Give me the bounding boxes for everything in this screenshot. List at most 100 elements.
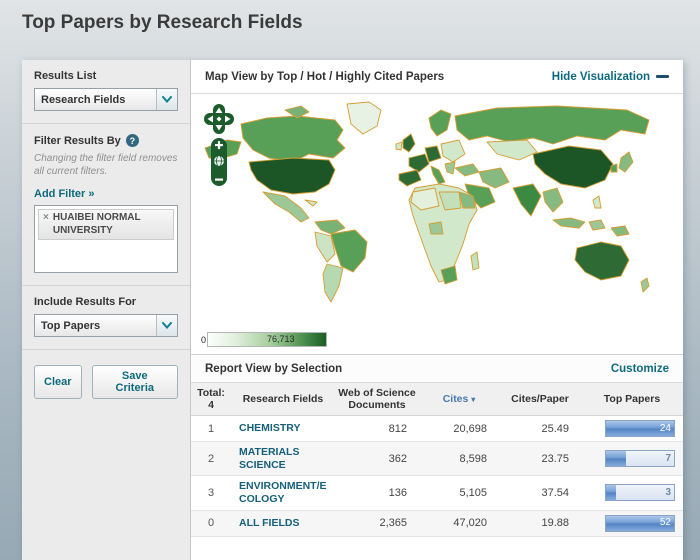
table-row: 2 MATERIALS SCIENCE 362 8,598 23.75 7: [191, 442, 683, 476]
country-colombia-venezuela[interactable]: [315, 220, 345, 234]
zoom-world-icon[interactable]: [214, 156, 225, 167]
country-russia[interactable]: [455, 106, 649, 144]
map-legend: 0 76,713: [201, 332, 327, 347]
results-table: Total: 4 Research Fields Web of Science …: [191, 382, 683, 537]
country-spain[interactable]: [399, 170, 421, 186]
filter-chip[interactable]: × HUAIBEI NORMAL UNIVERSITY: [38, 209, 174, 240]
country-scandinavia[interactable]: [429, 110, 451, 136]
help-icon[interactable]: ?: [126, 134, 139, 147]
field-link[interactable]: ENVIRONMENT/ECOLOGY: [231, 476, 335, 510]
top-papers-bar: 3: [605, 484, 675, 501]
country-greenland[interactable]: [347, 102, 381, 134]
chevron-down-icon[interactable]: [156, 315, 177, 336]
table-row: 0 ALL FIELDS 2,365 47,020 19.88 52: [191, 510, 683, 536]
map-controls[interactable]: [203, 104, 235, 188]
world-map[interactable]: [197, 96, 667, 318]
column-header-documents[interactable]: Web of Science Documents: [335, 383, 419, 416]
country-new-zealand[interactable]: [641, 278, 649, 292]
country-mexico[interactable]: [263, 192, 309, 222]
country-madagascar[interactable]: [471, 252, 479, 270]
content-panel: Results List Research Fields Filter Resu…: [22, 60, 683, 560]
zoom-out-icon[interactable]: [215, 179, 223, 181]
cites-sort-label[interactable]: Cites: [443, 393, 469, 405]
results-list-dropdown[interactable]: Research Fields: [34, 88, 178, 111]
include-results-dropdown[interactable]: Top Papers: [34, 314, 178, 337]
collapse-minus-icon[interactable]: [656, 75, 669, 78]
country-uk[interactable]: [403, 134, 415, 152]
report-view-title: Report View by Selection: [205, 363, 342, 375]
country-australia[interactable]: [575, 242, 629, 280]
filter-section: Filter Results By ? Changing the filter …: [22, 124, 190, 286]
column-header-research-fields[interactable]: Research Fields: [231, 383, 335, 416]
field-link[interactable]: MATERIALS SCIENCE: [231, 442, 335, 476]
country-france[interactable]: [409, 154, 429, 172]
top-papers-bar: 7: [605, 450, 675, 467]
legend-gradient-bar: 76,713: [207, 332, 327, 347]
country-philippines[interactable]: [593, 196, 601, 208]
country-canada[interactable]: [241, 116, 345, 162]
country-japan[interactable]: [619, 152, 633, 172]
include-results-label: Include Results For: [34, 296, 178, 308]
country-argentina-chile[interactable]: [323, 264, 343, 302]
customize-link[interactable]: Customize: [611, 363, 669, 375]
country-indonesia[interactable]: [553, 218, 585, 228]
top-papers-value: 52: [660, 517, 671, 528]
country-nigeria[interactable]: [429, 222, 443, 234]
country-turkey[interactable]: [455, 164, 479, 176]
include-results-selected: Top Papers: [35, 315, 156, 336]
country-italy[interactable]: [431, 166, 445, 184]
filter-label: Filter Results By: [34, 135, 121, 147]
top-papers-value: 24: [660, 423, 671, 434]
total-label: Total:: [193, 387, 229, 399]
cites-value: 20,698: [419, 416, 499, 442]
cites-per-paper-value: 25.49: [499, 416, 581, 442]
page-title: Top Papers by Research Fields: [22, 12, 303, 34]
add-filter-link[interactable]: Add Filter »: [34, 188, 95, 200]
top-papers-value: 7: [665, 453, 671, 464]
total-value: 4: [193, 399, 229, 411]
column-header-cites[interactable]: Cites ▾: [419, 383, 499, 416]
row-rank: 0: [191, 510, 231, 536]
country-india[interactable]: [513, 184, 541, 216]
country-balkans[interactable]: [445, 162, 455, 174]
country-iran[interactable]: [479, 168, 509, 188]
clear-button[interactable]: Clear: [34, 365, 82, 399]
country-indonesia-east[interactable]: [589, 220, 605, 230]
column-header-top-papers[interactable]: Top Papers: [581, 383, 683, 416]
remove-filter-icon[interactable]: ×: [43, 212, 49, 225]
cites-per-paper-value: 23.75: [499, 442, 581, 476]
sidebar-actions: Clear Save Criteria: [22, 350, 190, 414]
map-view-title: Map View by Top / Hot / Highly Cited Pap…: [205, 71, 444, 83]
report-header: Report View by Selection Customize: [191, 354, 683, 382]
documents-value: 136: [335, 476, 419, 510]
chevron-down-icon[interactable]: [156, 89, 177, 110]
results-list-section: Results List Research Fields: [22, 60, 190, 124]
country-usa[interactable]: [249, 158, 335, 194]
cites-value: 47,020: [419, 510, 499, 536]
column-header-cites-per-paper[interactable]: Cites/Paper: [499, 383, 581, 416]
top-papers-bar: 52: [605, 515, 675, 532]
field-link[interactable]: ALL FIELDS: [231, 510, 335, 536]
map-header: Map View by Top / Hot / Highly Cited Pap…: [191, 60, 683, 94]
documents-value: 2,365: [335, 510, 419, 536]
save-criteria-button[interactable]: Save Criteria: [92, 365, 178, 399]
country-cuba[interactable]: [305, 200, 317, 206]
map-pan-control[interactable]: [204, 104, 234, 134]
legend-max-label: 76,713: [267, 334, 295, 344]
field-link[interactable]: CHEMISTRY: [231, 416, 335, 442]
hide-visualization-link[interactable]: Hide Visualization: [552, 71, 669, 83]
country-southeast-asia[interactable]: [543, 188, 563, 212]
world-map-visualization: 0 76,713: [191, 94, 683, 354]
country-ireland[interactable]: [396, 142, 402, 150]
cites-per-paper-value: 37.54: [499, 476, 581, 510]
country-central-asia[interactable]: [487, 140, 537, 160]
country-china[interactable]: [533, 146, 613, 188]
map-zoom-control[interactable]: [211, 138, 227, 186]
country-papua-new-guinea[interactable]: [611, 226, 629, 236]
top-papers-bar: 24: [605, 420, 675, 437]
filter-chip-label: HUAIBEI NORMAL UNIVERSITY: [53, 212, 169, 237]
country-eastern-europe[interactable]: [441, 140, 465, 162]
sort-desc-icon[interactable]: ▾: [471, 395, 475, 404]
country-brazil[interactable]: [331, 230, 367, 272]
include-results-section: Include Results For Top Papers: [22, 286, 190, 350]
